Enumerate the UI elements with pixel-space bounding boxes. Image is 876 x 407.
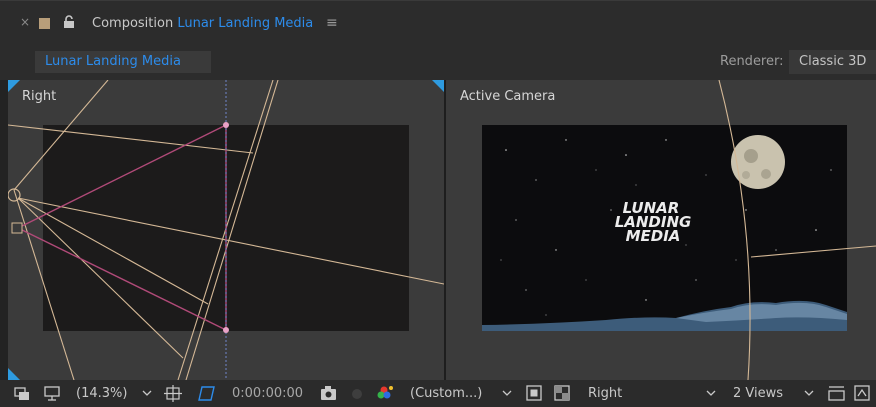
magnification-select[interactable]: (14.3%) [76,380,127,407]
snapshot-icon[interactable] [318,380,340,407]
chevron-down-icon[interactable] [140,380,154,407]
chevron-down-icon[interactable] [500,380,514,407]
layout-share-icon[interactable] [826,380,848,407]
point-of-interest-top[interactable] [223,122,229,128]
renderer-label: Renderer: [720,54,784,69]
point-of-interest-bottom[interactable] [223,327,229,333]
active-camera-canvas: LUNAR LANDING MEDIA [482,80,876,380]
panel-menu-icon[interactable]: ≡ [326,15,338,31]
always-preview-icon[interactable] [12,380,34,407]
current-time[interactable]: 0:00:00:00 [232,380,303,407]
mask-path-visibility-icon[interactable] [195,380,217,407]
panel-title-comp: Lunar Landing Media [177,16,314,31]
viewer-toolbar: (14.3%) 0:00:00:00 (Custom...) Right 2 V… [0,380,876,407]
3d-view-select[interactable]: Right [588,380,622,407]
monitor-icon[interactable] [42,380,64,407]
region-of-interest-icon[interactable] [524,380,546,407]
right-view-canvas [8,80,444,380]
chevron-down-icon[interactable] [802,380,816,407]
close-tab-icon[interactable]: × [20,15,30,29]
title-art-line-3: MEDIA [626,227,681,245]
panel-title-prefix: Composition [92,16,174,31]
panel-title: Composition Lunar Landing Media [92,16,313,31]
chevron-down-icon[interactable] [704,380,718,407]
reset-exposure-icon[interactable] [852,380,874,407]
view-corner-marker [8,368,20,380]
transparency-grid-icon[interactable] [552,380,574,407]
view-layout-select[interactable]: 2 Views [733,380,783,407]
title-action-safe-icon[interactable] [163,380,185,407]
renderer-select[interactable]: Classic 3D [789,50,876,74]
view-right[interactable]: Right [8,80,444,380]
lock-icon[interactable] [62,15,76,29]
camera-target-icon[interactable] [11,222,23,234]
color-wheel-icon[interactable] [374,380,396,407]
view-corner-marker [432,80,444,92]
moon [731,135,785,189]
panel-title-bar: × Composition Lunar Landing Media ≡ [0,0,876,44]
resolution-select[interactable]: (Custom...) [410,380,482,407]
label-color-swatch-icon [39,18,50,29]
comp-tab[interactable]: Lunar Landing Media [35,51,211,73]
show-snapshot-icon[interactable] [348,380,368,407]
view-label-active-camera: Active Camera [460,89,556,104]
view-active-camera[interactable]: LUNAR LANDING MEDIA Active Camera [446,80,876,380]
view-label-right: Right [22,89,57,104]
view-corner-marker [8,80,20,92]
